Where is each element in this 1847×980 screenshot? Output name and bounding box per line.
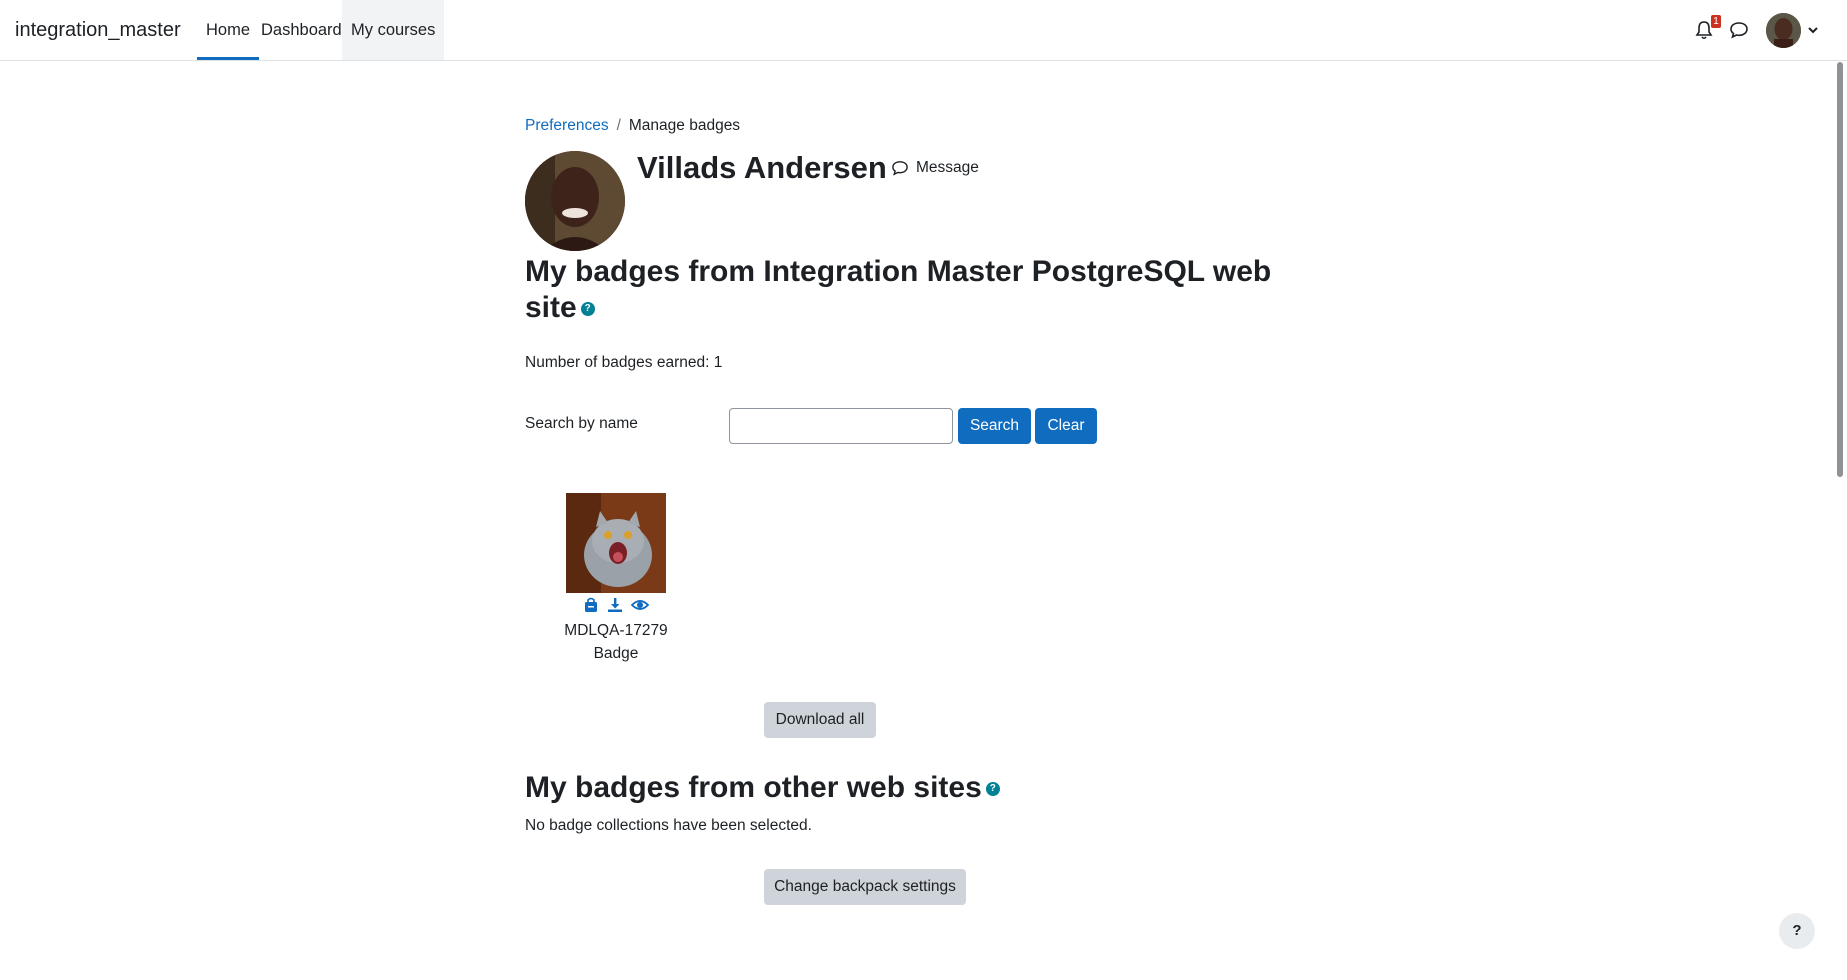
scrollbar-thumb[interactable]	[1837, 62, 1843, 477]
site-badges-heading: My badges from Integration Master Postgr…	[525, 254, 1305, 326]
badge-actions	[580, 593, 652, 617]
user-avatar[interactable]	[1766, 13, 1801, 48]
nav-dashboard[interactable]: Dashboard	[252, 0, 351, 60]
nav-my-courses[interactable]: My courses	[342, 0, 445, 60]
breadcrumb-preferences-link[interactable]: Preferences	[525, 117, 609, 134]
messages-icon[interactable]	[1729, 21, 1749, 39]
help-icon[interactable]: ?	[985, 782, 1000, 797]
badge-item: MDLQA-17279 Badge	[564, 493, 668, 662]
badge-name-line2: Badge	[593, 645, 639, 662]
search-button[interactable]: Search	[958, 408, 1031, 444]
search-input[interactable]	[729, 408, 953, 444]
badges-count: Number of badges earned: 1	[525, 354, 723, 371]
top-navbar: integration_master Home Dashboard My cou…	[0, 0, 1847, 61]
download-all-button[interactable]: Download all	[764, 702, 876, 738]
badge-name-line1: MDLQA-17279	[564, 622, 668, 639]
message-label: Message	[916, 159, 979, 176]
site-name[interactable]: integration_master	[15, 19, 181, 42]
message-icon	[892, 161, 908, 176]
profile-picture	[525, 151, 625, 251]
badge-image[interactable]	[566, 493, 666, 593]
help-icon[interactable]: ?	[580, 302, 595, 317]
change-backpack-settings-button[interactable]: Change backpack settings	[764, 869, 966, 905]
breadcrumb-current: Manage badges	[628, 117, 741, 134]
breadcrumb-separator: /	[616, 117, 621, 134]
site-badges-heading-text: My badges from Integration Master Postgr…	[525, 255, 1272, 324]
breadcrumb: Preferences / Manage badges	[525, 117, 740, 135]
nav-home[interactable]: Home	[197, 0, 260, 60]
chevron-down-icon[interactable]	[1807, 24, 1819, 36]
help-button[interactable]: ?	[1779, 913, 1815, 949]
backpack-icon[interactable]	[583, 597, 599, 613]
message-link[interactable]: Message	[891, 159, 979, 177]
notification-count-badge: 1	[1711, 15, 1721, 28]
other-badges-heading: My badges from other web sites?	[525, 770, 1225, 806]
other-badges-heading-text: My badges from other web sites	[525, 771, 982, 804]
eye-icon[interactable]	[631, 597, 649, 613]
search-label: Search by name	[525, 415, 638, 432]
download-icon[interactable]	[607, 597, 623, 613]
badge-name[interactable]: MDLQA-17279 Badge	[546, 619, 686, 665]
user-full-name: Villads Andersen	[637, 150, 887, 185]
clear-button[interactable]: Clear	[1035, 408, 1097, 444]
no-collections-text: No badge collections have been selected.	[525, 817, 812, 834]
